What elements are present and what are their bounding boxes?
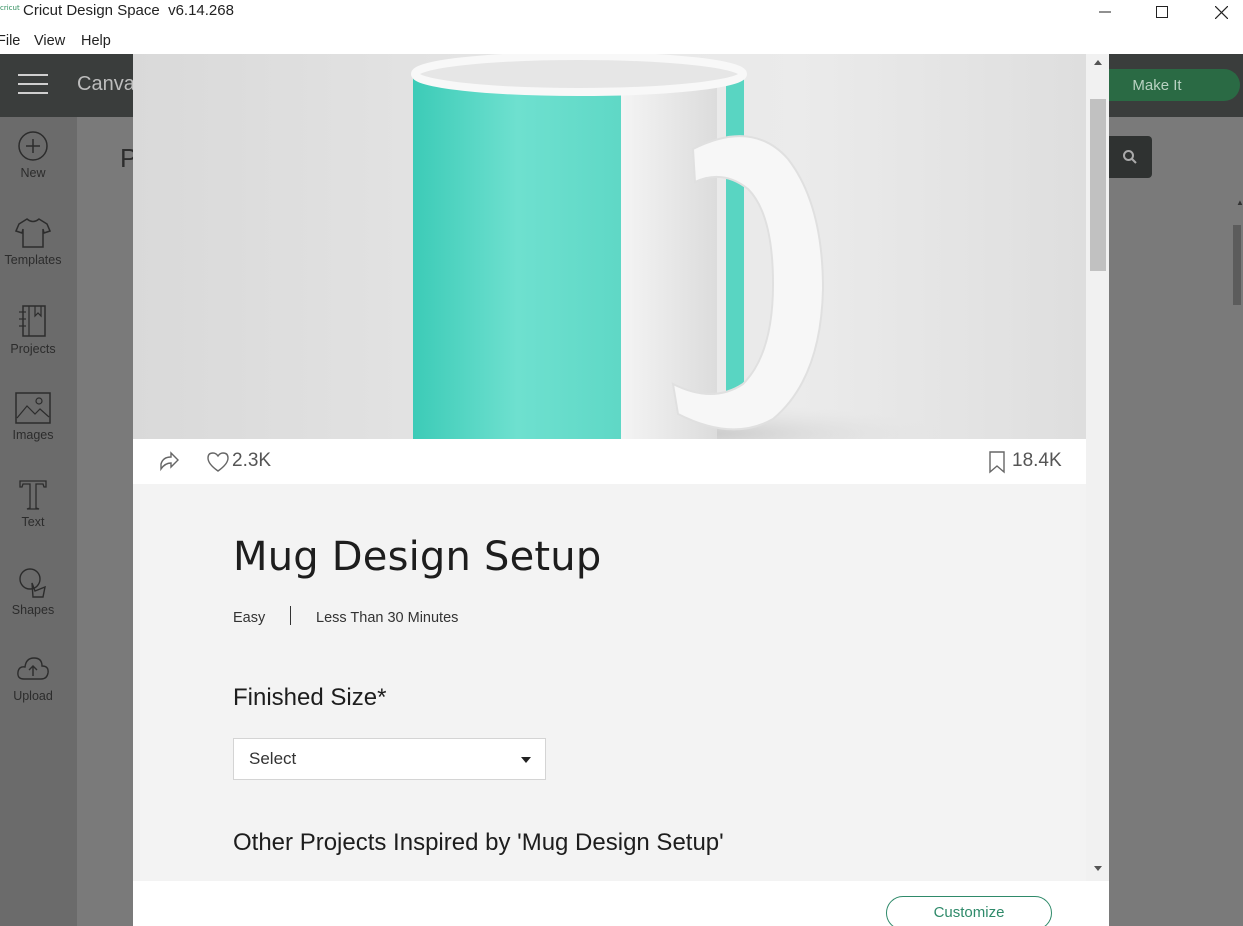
bookmark-icon[interactable] bbox=[987, 450, 1007, 474]
project-detail-modal: 2.3K 18.4K Mug Design Setup Easy Less Th… bbox=[133, 54, 1109, 926]
project-hero-image bbox=[133, 54, 1086, 439]
window-title: Cricut Design Space v6.14.268 bbox=[23, 2, 234, 19]
duration-label: Less Than 30 Minutes bbox=[316, 610, 459, 626]
notebook-icon bbox=[19, 305, 46, 337]
window-title-bar: cricut Cricut Design Space v6.14.268 bbox=[0, 0, 1243, 24]
sidebar-item-shapes[interactable]: Shapes bbox=[0, 567, 66, 617]
sidebar-item-images[interactable]: Images bbox=[0, 392, 66, 442]
background-scroll-up-icon: ▲ bbox=[1236, 198, 1243, 207]
menu-bar: File View Help bbox=[0, 30, 1243, 54]
caret-down-icon bbox=[521, 757, 531, 763]
sidebar-item-templates[interactable]: Templates bbox=[0, 217, 66, 267]
scroll-down-icon[interactable] bbox=[1094, 866, 1102, 871]
sidebar-item-label: Upload bbox=[13, 689, 53, 703]
sidebar-item-label: New bbox=[20, 166, 46, 180]
left-sidebar: New Templates Projects Images Text Shape… bbox=[0, 117, 77, 926]
project-title: Mug Design Setup bbox=[233, 534, 602, 580]
sidebar-item-text[interactable]: Text bbox=[0, 479, 66, 529]
background-search-button bbox=[1108, 136, 1152, 178]
finished-size-select[interactable]: Select bbox=[233, 738, 546, 780]
project-details: Mug Design Setup Easy Less Than 30 Minut… bbox=[133, 484, 1086, 881]
meta-divider bbox=[290, 606, 291, 625]
maximize-icon bbox=[1156, 6, 1168, 18]
menu-file[interactable]: File bbox=[0, 33, 20, 49]
share-icon[interactable] bbox=[158, 450, 180, 472]
sidebar-item-label: Text bbox=[21, 515, 45, 529]
sidebar-item-label: Images bbox=[12, 428, 54, 442]
shapes-icon bbox=[19, 568, 46, 598]
cloud-upload-icon bbox=[17, 657, 49, 680]
tshirt-icon bbox=[15, 218, 51, 248]
menu-view[interactable]: View bbox=[34, 33, 65, 49]
background-scrollbar bbox=[1233, 225, 1241, 305]
maximize-button[interactable] bbox=[1139, 0, 1185, 24]
difficulty-label: Easy bbox=[233, 610, 266, 626]
sidebar-item-label: Projects bbox=[10, 342, 56, 356]
hamburger-menu-icon[interactable] bbox=[18, 74, 48, 98]
sidebar-item-new[interactable]: New bbox=[0, 130, 66, 180]
modal-footer: Customize bbox=[133, 881, 1109, 926]
scroll-up-icon[interactable] bbox=[1094, 60, 1102, 65]
text-t-icon bbox=[19, 480, 47, 510]
search-icon bbox=[1123, 150, 1137, 164]
plus-circle-icon bbox=[18, 131, 48, 161]
customize-button[interactable]: Customize bbox=[886, 896, 1052, 926]
sidebar-item-upload[interactable]: Upload bbox=[0, 655, 66, 703]
close-button[interactable] bbox=[1198, 0, 1243, 24]
scrollbar-thumb[interactable] bbox=[1090, 99, 1106, 271]
sidebar-item-label: Shapes bbox=[11, 603, 55, 617]
image-icon bbox=[15, 392, 51, 424]
app-logo: cricut bbox=[0, 4, 20, 12]
related-projects-heading: Other Projects Inspired by 'Mug Design S… bbox=[233, 829, 724, 856]
likes-count: 2.3K bbox=[232, 450, 272, 471]
minimize-button[interactable] bbox=[1082, 0, 1128, 24]
heart-icon[interactable] bbox=[206, 451, 230, 473]
sidebar-item-projects[interactable]: Projects bbox=[0, 304, 66, 356]
saves-count: 18.4K bbox=[1012, 450, 1062, 471]
mug-illustration bbox=[411, 54, 953, 439]
close-icon bbox=[1214, 5, 1228, 19]
modal-scrollbar[interactable] bbox=[1086, 54, 1109, 881]
finished-size-label: Finished Size* bbox=[233, 684, 387, 711]
project-stats-bar: 2.3K 18.4K bbox=[133, 439, 1086, 484]
canvas-tab-label: Canva bbox=[77, 73, 135, 95]
minimize-icon bbox=[1099, 11, 1111, 13]
menu-help[interactable]: Help bbox=[81, 33, 111, 49]
sidebar-item-label: Templates bbox=[4, 253, 62, 267]
finished-size-select-value: Select bbox=[249, 749, 297, 768]
